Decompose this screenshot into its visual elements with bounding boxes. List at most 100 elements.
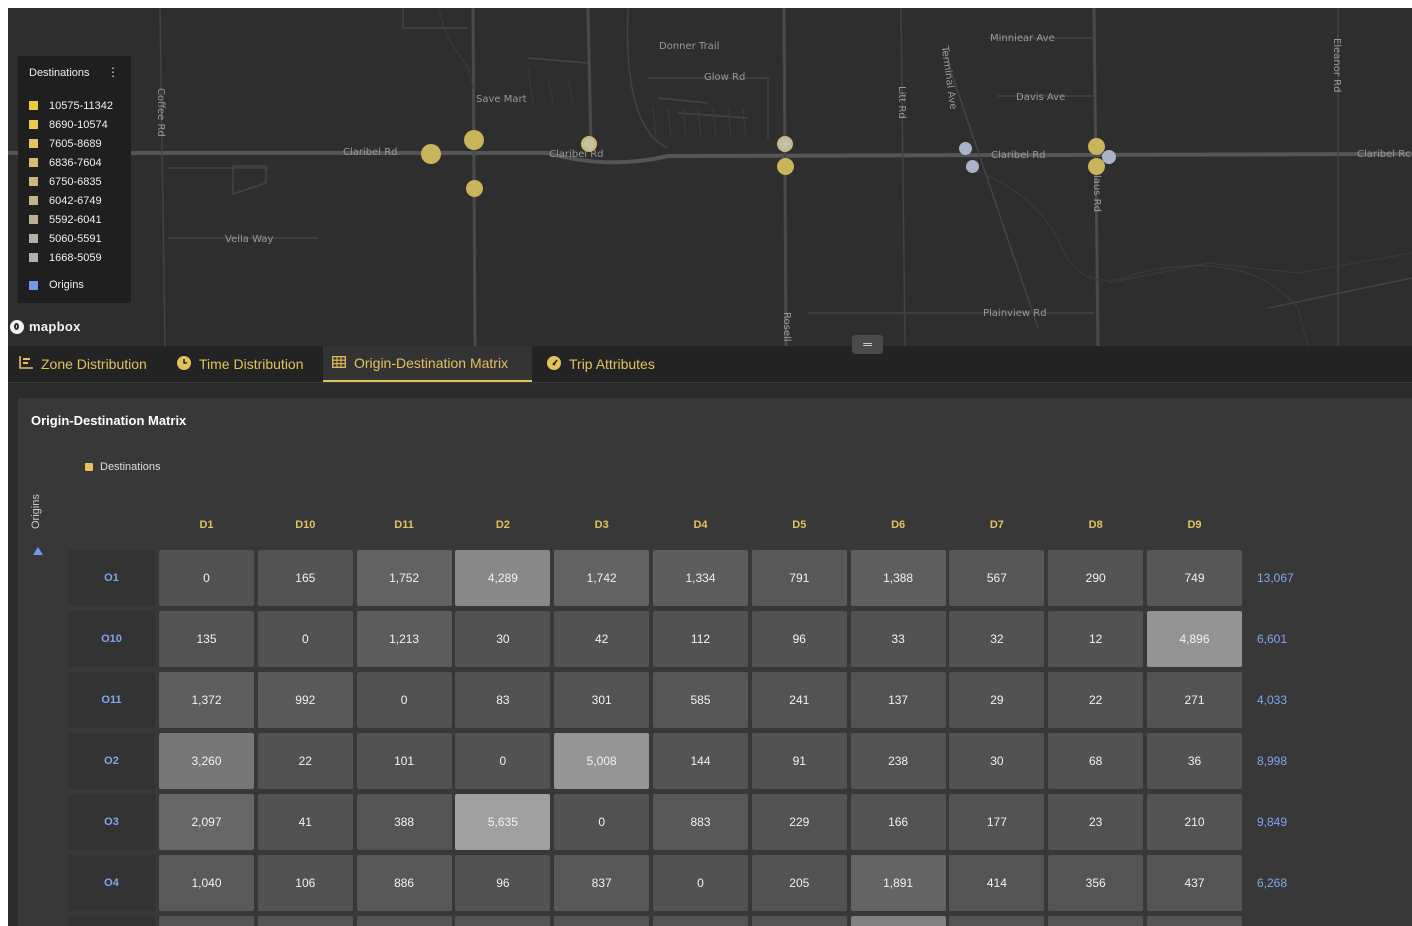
matrix-cell[interactable]: 414 — [949, 855, 1045, 911]
column-header[interactable]: D1 — [159, 519, 254, 531]
matrix-cell[interactable]: 0 — [159, 550, 254, 606]
row-header[interactable] — [68, 916, 155, 926]
matrix-cell[interactable]: 166 — [850, 794, 946, 850]
matrix-cell[interactable] — [159, 916, 254, 926]
matrix-cell[interactable]: 791 — [751, 550, 847, 606]
matrix-cell[interactable]: 437 — [1147, 855, 1242, 911]
matrix-cell[interactable]: 165 — [257, 550, 353, 606]
matrix-cell[interactable]: 68 — [1048, 733, 1144, 789]
matrix-cell[interactable] — [1147, 916, 1242, 926]
matrix-cell[interactable]: 388 — [356, 794, 452, 850]
matrix-cell[interactable]: 271 — [1147, 672, 1242, 728]
matrix-cell[interactable]: 91 — [751, 733, 847, 789]
matrix-cell[interactable]: 0 — [257, 611, 353, 667]
matrix-cell[interactable] — [949, 916, 1045, 926]
matrix-cell[interactable]: 30 — [949, 733, 1045, 789]
destination-marker[interactable] — [777, 136, 793, 152]
matrix-cell[interactable]: 1,388 — [850, 550, 946, 606]
matrix-cell[interactable] — [356, 916, 452, 926]
matrix-cell[interactable] — [653, 916, 748, 926]
tab-trip-attributes[interactable]: Trip Attributes — [538, 346, 668, 382]
column-header[interactable]: D11 — [357, 519, 452, 531]
matrix-cell[interactable]: 22 — [1048, 672, 1144, 728]
column-header[interactable]: D3 — [554, 519, 649, 531]
column-header[interactable]: D7 — [949, 519, 1044, 531]
column-header[interactable]: D6 — [851, 519, 946, 531]
matrix-cell[interactable] — [455, 916, 551, 926]
matrix-cell[interactable]: 144 — [653, 733, 748, 789]
matrix-cell[interactable] — [850, 916, 946, 926]
matrix-cell[interactable]: 112 — [653, 611, 748, 667]
tab-time-distribution[interactable]: Time Distribution — [168, 346, 320, 382]
matrix-cell[interactable] — [257, 916, 353, 926]
matrix-cell[interactable]: 5,635 — [455, 794, 551, 850]
destination-marker[interactable] — [466, 180, 483, 197]
mapbox-logo[interactable]: mapbox — [10, 319, 81, 334]
column-header[interactable]: D2 — [455, 519, 550, 531]
legend-menu-icon[interactable]: ⋮ — [107, 65, 119, 79]
column-header[interactable]: D9 — [1147, 519, 1242, 531]
matrix-cell[interactable]: 886 — [356, 855, 452, 911]
matrix-cell[interactable]: 837 — [554, 855, 650, 911]
matrix-cell[interactable]: 585 — [653, 672, 748, 728]
matrix-cell[interactable]: 96 — [751, 611, 847, 667]
origin-marker[interactable] — [959, 142, 972, 155]
matrix-cell[interactable]: 229 — [751, 794, 847, 850]
map-view[interactable]: Claribel Rd Claribel Rd Claribel Rd Clar… — [8, 8, 1412, 346]
matrix-cell[interactable]: 36 — [1147, 733, 1242, 789]
matrix-cell[interactable]: 23 — [1048, 794, 1144, 850]
matrix-cell[interactable]: 4,896 — [1147, 611, 1242, 667]
matrix-cell[interactable]: 210 — [1147, 794, 1242, 850]
matrix-cell[interactable]: 137 — [850, 672, 946, 728]
matrix-cell[interactable]: 205 — [751, 855, 847, 911]
matrix-cell[interactable]: 3,260 — [159, 733, 254, 789]
tab-origin-destination-matrix[interactable]: Origin-Destination Matrix — [323, 346, 532, 382]
matrix-cell[interactable]: 96 — [455, 855, 551, 911]
matrix-cell[interactable]: 2,097 — [159, 794, 254, 850]
matrix-cell[interactable]: 177 — [949, 794, 1045, 850]
matrix-cell[interactable]: 30 — [455, 611, 551, 667]
column-header[interactable]: D4 — [653, 519, 748, 531]
destination-marker[interactable] — [421, 144, 441, 164]
matrix-cell[interactable]: 135 — [159, 611, 254, 667]
matrix-cell[interactable]: 22 — [257, 733, 353, 789]
row-header[interactable]: O3 — [68, 794, 155, 850]
matrix-cell[interactable]: 241 — [751, 672, 847, 728]
matrix-cell[interactable]: 1,213 — [356, 611, 452, 667]
panel-resize-handle[interactable]: ═ — [852, 335, 883, 354]
destination-marker[interactable] — [464, 130, 484, 150]
matrix-cell[interactable]: 356 — [1048, 855, 1144, 911]
matrix-cell[interactable]: 0 — [356, 672, 452, 728]
matrix-cell[interactable] — [1048, 916, 1144, 926]
matrix-cell[interactable]: 749 — [1147, 550, 1242, 606]
matrix-cell[interactable]: 0 — [554, 794, 650, 850]
matrix-cell[interactable]: 41 — [257, 794, 353, 850]
row-header[interactable]: O2 — [68, 733, 155, 789]
matrix-cell[interactable]: 1,742 — [554, 550, 650, 606]
destination-marker[interactable] — [777, 158, 794, 175]
matrix-cell[interactable] — [554, 916, 650, 926]
matrix-cell[interactable]: 42 — [554, 611, 650, 667]
row-header[interactable]: O1 — [68, 550, 155, 606]
matrix-cell[interactable]: 301 — [554, 672, 650, 728]
row-header[interactable]: O11 — [68, 672, 155, 728]
matrix-cell[interactable]: 290 — [1048, 550, 1144, 606]
matrix-cell[interactable]: 0 — [653, 855, 748, 911]
matrix-cell[interactable]: 32 — [949, 611, 1045, 667]
matrix-cell[interactable]: 567 — [949, 550, 1045, 606]
matrix-cell[interactable]: 4,289 — [455, 550, 551, 606]
matrix-cell[interactable]: 0 — [455, 733, 551, 789]
column-header[interactable]: D8 — [1048, 519, 1143, 531]
matrix-cell[interactable]: 33 — [850, 611, 946, 667]
matrix-cell[interactable]: 29 — [949, 672, 1045, 728]
matrix-cell[interactable]: 1,040 — [159, 855, 254, 911]
matrix-cell[interactable]: 1,334 — [653, 550, 748, 606]
matrix-cell[interactable]: 1,752 — [356, 550, 452, 606]
matrix-cell[interactable]: 5,008 — [554, 733, 650, 789]
row-header[interactable]: O10 — [68, 611, 155, 667]
matrix-cell[interactable]: 106 — [257, 855, 353, 911]
matrix-cell[interactable]: 238 — [850, 733, 946, 789]
destination-marker[interactable] — [581, 136, 597, 152]
row-header[interactable]: O4 — [68, 855, 155, 911]
matrix-cell[interactable]: 992 — [257, 672, 353, 728]
